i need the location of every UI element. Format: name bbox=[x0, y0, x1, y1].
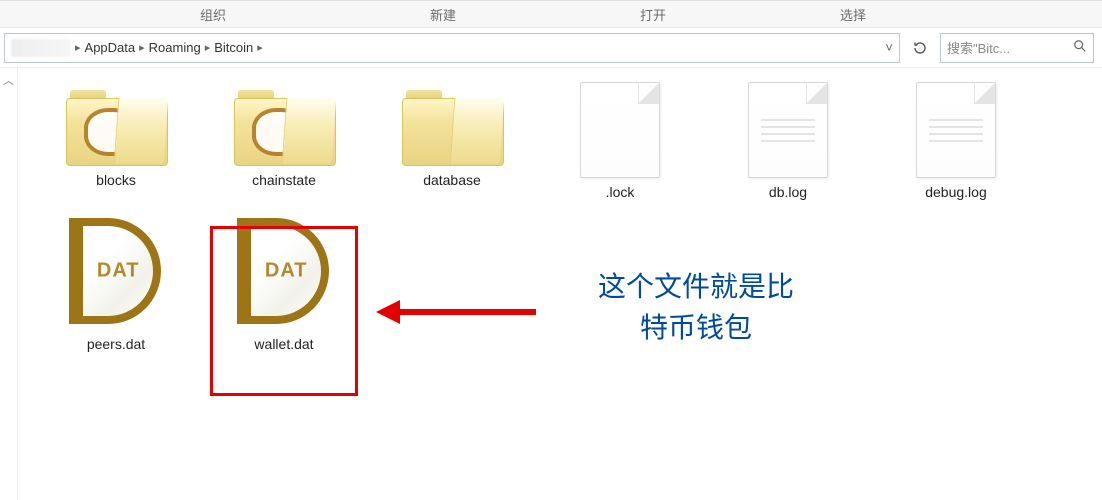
nav-pane-collapsed[interactable]: ︿ bbox=[0, 68, 18, 500]
folder-icon bbox=[402, 82, 502, 166]
item-label: wallet.dat bbox=[254, 336, 313, 352]
folder-icon bbox=[234, 82, 334, 166]
file-area[interactable]: blocks chainstate database .lock db.log bbox=[18, 68, 1102, 500]
ribbon-tab-row: 组织 新建 打开 选择 bbox=[0, 0, 1102, 28]
ribbon-group-organize[interactable]: 组织 bbox=[200, 5, 226, 24]
annotation-text-line2: 特币钱包 bbox=[566, 309, 826, 350]
address-bar[interactable]: ▸ AppData ▸ Roaming ▸ Bitcoin ▸ ˅ bbox=[4, 33, 900, 63]
dat-badge-text: DAT bbox=[97, 260, 140, 283]
search-icon bbox=[1073, 39, 1087, 56]
file-item-dblog[interactable]: db.log bbox=[718, 82, 858, 200]
annotation-text-line1: 这个文件就是比 bbox=[566, 268, 826, 309]
breadcrumb-sep-icon[interactable]: ▸ bbox=[205, 41, 211, 54]
ribbon-group-new[interactable]: 新建 bbox=[430, 5, 456, 24]
file-item-lock[interactable]: .lock bbox=[550, 82, 690, 200]
address-search-bar: ▸ AppData ▸ Roaming ▸ Bitcoin ▸ ˅ 搜索"Bit… bbox=[0, 28, 1102, 68]
item-label: chainstate bbox=[252, 172, 316, 188]
refresh-icon bbox=[912, 40, 928, 56]
item-label: .lock bbox=[606, 184, 635, 200]
ribbon-group-open[interactable]: 打开 bbox=[640, 5, 666, 24]
chevron-up-icon: ︿ bbox=[3, 72, 14, 88]
breadcrumb-sep-icon[interactable]: ▸ bbox=[75, 41, 81, 54]
file-item-peersdat[interactable]: DAT peers.dat bbox=[46, 212, 186, 352]
breadcrumb-part-bitcoin[interactable]: Bitcoin bbox=[214, 40, 253, 55]
refresh-button[interactable] bbox=[906, 33, 934, 63]
arrow-shaft bbox=[400, 309, 536, 315]
address-history-dropdown-icon[interactable]: ˅ bbox=[885, 40, 893, 55]
file-item-debuglog[interactable]: debug.log bbox=[886, 82, 1026, 200]
file-icon bbox=[916, 82, 996, 178]
breadcrumb-sep-icon[interactable]: ▸ bbox=[257, 41, 263, 54]
breadcrumb-part-roaming[interactable]: Roaming bbox=[149, 40, 201, 55]
item-label: db.log bbox=[769, 184, 807, 200]
file-icon bbox=[748, 82, 828, 178]
file-item-walletdat[interactable]: DAT wallet.dat bbox=[214, 212, 354, 352]
annotation-arrow bbox=[376, 304, 536, 320]
item-label: database bbox=[423, 172, 481, 188]
breadcrumb-part-appdata[interactable]: AppData bbox=[85, 40, 136, 55]
arrow-head-icon bbox=[376, 300, 400, 324]
dat-badge-text: DAT bbox=[265, 260, 308, 283]
search-placeholder: 搜索"Bitc... bbox=[947, 38, 1073, 57]
folder-icon bbox=[66, 82, 166, 166]
item-label: peers.dat bbox=[87, 336, 145, 352]
dat-file-icon: DAT bbox=[229, 212, 339, 330]
annotation-text: 这个文件就是比 特币钱包 bbox=[566, 268, 826, 349]
item-label: blocks bbox=[96, 172, 136, 188]
folder-item-blocks[interactable]: blocks bbox=[46, 82, 186, 200]
search-box[interactable]: 搜索"Bitc... bbox=[940, 33, 1094, 63]
folder-item-chainstate[interactable]: chainstate bbox=[214, 82, 354, 200]
breadcrumb: ▸ AppData ▸ Roaming ▸ Bitcoin ▸ bbox=[75, 40, 263, 55]
address-root-blurred bbox=[11, 39, 71, 57]
ribbon-group-select[interactable]: 选择 bbox=[840, 5, 866, 24]
dat-file-icon: DAT bbox=[61, 212, 171, 330]
main-content: ︿ blocks chainstate database .lock bbox=[0, 68, 1102, 500]
folder-item-database[interactable]: database bbox=[382, 82, 522, 200]
file-icon bbox=[580, 82, 660, 178]
breadcrumb-sep-icon[interactable]: ▸ bbox=[139, 41, 145, 54]
item-label: debug.log bbox=[925, 184, 987, 200]
